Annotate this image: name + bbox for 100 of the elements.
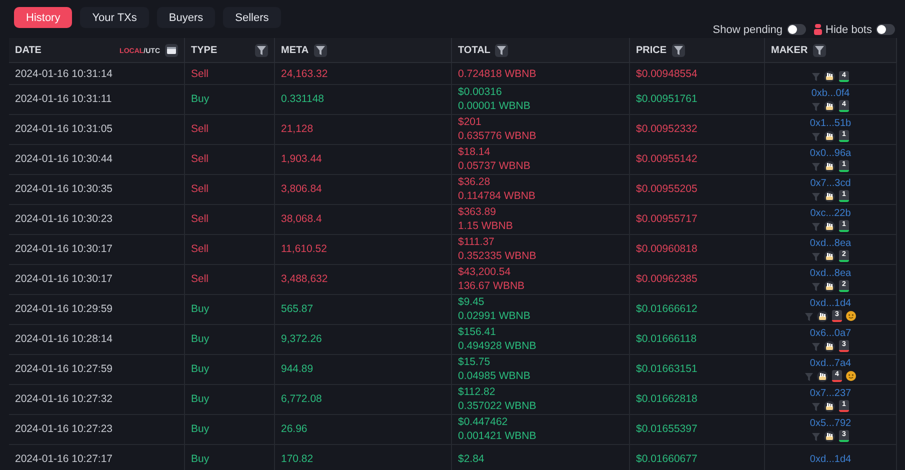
wbnb-total: 0.635776 WBNB bbox=[458, 130, 538, 144]
hand-icon bbox=[817, 310, 828, 322]
maker-address[interactable]: 0x7...3cd bbox=[810, 177, 851, 190]
maker-address[interactable]: 0xd...7a4 bbox=[810, 357, 852, 370]
hand-icon bbox=[824, 400, 836, 412]
tab[interactable]: History bbox=[14, 7, 72, 28]
date-text: 2024-01-16 10:31:11 bbox=[15, 92, 113, 106]
trade-type: Buy bbox=[191, 332, 210, 346]
usd-total: $201 bbox=[458, 116, 482, 130]
trade-type: Buy bbox=[191, 362, 210, 376]
trade-type: Buy bbox=[191, 392, 210, 406]
price-text: $0.00951761 bbox=[636, 92, 698, 106]
usd-total: $36.28 bbox=[458, 176, 492, 190]
wbnb-total: 0.02991 WBNB bbox=[458, 310, 532, 324]
wbnb-total: 0.001421 WBNB bbox=[458, 430, 538, 444]
usd-total: $112.82 bbox=[458, 386, 496, 400]
maker-address[interactable]: 0x1...51b bbox=[810, 117, 852, 130]
trade-type: Sell bbox=[191, 212, 210, 226]
amount-text: 11,610.52 bbox=[281, 242, 328, 256]
price-text: $0.01660677 bbox=[636, 452, 698, 466]
wbnb-total: 136.67 WBNB bbox=[458, 280, 526, 294]
price-text: $0.01662818 bbox=[636, 392, 698, 406]
price-text: $0.00955205 bbox=[636, 182, 698, 196]
toggle-switch[interactable] bbox=[876, 24, 895, 36]
hand-icon bbox=[817, 370, 828, 382]
maker-address[interactable]: 0x5...792 bbox=[810, 417, 852, 430]
date-text: 2024-01-16 10:30:17 bbox=[15, 272, 114, 286]
wbnb-total: 0.114784 WBNB bbox=[458, 190, 536, 204]
hand-icon bbox=[824, 100, 836, 112]
date-text: 2024-01-16 10:28:14 bbox=[15, 332, 114, 346]
usd-total: $15.75 bbox=[458, 356, 492, 370]
amount-text: 6,772.08 bbox=[281, 392, 323, 406]
maker-address[interactable]: 0xd...1d4 bbox=[810, 297, 852, 310]
wbnb-total: 0.357022 WBNB bbox=[458, 400, 538, 414]
usd-total: $0.447462 bbox=[458, 416, 509, 430]
maker-address[interactable]: 0xc...22b bbox=[810, 207, 851, 220]
trade-type: Sell bbox=[191, 272, 210, 286]
price-text: $0.01663151 bbox=[636, 362, 698, 376]
amount-text: 9,372.26 bbox=[281, 332, 323, 346]
tab[interactable]: Buyers bbox=[156, 7, 216, 28]
column-header: META bbox=[281, 44, 309, 58]
filter-icon[interactable] bbox=[495, 44, 508, 56]
filter-icon[interactable] bbox=[255, 44, 268, 56]
usd-total: $2.84 bbox=[458, 452, 486, 466]
trade-type: Sell bbox=[191, 152, 210, 166]
toggle-switch[interactable] bbox=[786, 24, 806, 36]
column-header: PRICE bbox=[636, 44, 667, 58]
column-header: TOTAL bbox=[458, 44, 490, 58]
usd-total: $111.37 bbox=[458, 236, 496, 250]
usd-total: $9.45 bbox=[458, 296, 486, 310]
filter-icon[interactable] bbox=[672, 44, 685, 56]
wbnb-total: 1.15 WBNB bbox=[458, 220, 514, 234]
price-text: $0.00952332 bbox=[636, 122, 698, 136]
date-text: 2024-01-16 10:30:17 bbox=[15, 242, 114, 256]
date-text: 2024-01-16 10:30:35 bbox=[15, 182, 114, 196]
tab[interactable]: Your TXs bbox=[80, 7, 149, 28]
price-text: $0.00955717 bbox=[636, 212, 698, 226]
maker-address[interactable]: 0xb...0f4 bbox=[811, 87, 850, 100]
amount-text: 1,903.44 bbox=[281, 152, 323, 166]
maker-address[interactable]: 0x0...96a bbox=[810, 147, 852, 160]
hand-icon bbox=[824, 160, 836, 172]
filter-icon[interactable] bbox=[314, 44, 327, 56]
date-text: 2024-01-16 10:31:14 bbox=[15, 68, 114, 82]
date-text: 2024-01-16 10:30:23 bbox=[15, 212, 114, 226]
hand-icon bbox=[824, 130, 836, 142]
amount-text: 24,163.32 bbox=[281, 68, 329, 82]
amount-text: 565.87 bbox=[281, 302, 314, 316]
trade-type: Sell bbox=[191, 122, 210, 136]
wbnb-total: 0.00001 WBNB bbox=[458, 100, 532, 114]
price-text: $0.00960818 bbox=[636, 242, 698, 256]
column-header: MAKER bbox=[771, 44, 808, 58]
filter-icon[interactable] bbox=[812, 44, 826, 56]
date-text: 2024-01-16 10:31:05 bbox=[15, 122, 114, 136]
hand-icon bbox=[824, 70, 836, 82]
column-header: TYPE bbox=[191, 44, 218, 58]
date-text: 2024-01-16 10:27:32 bbox=[15, 392, 114, 406]
usd-total: $156.41 bbox=[458, 326, 497, 340]
trade-type: Buy bbox=[191, 422, 210, 436]
tab[interactable]: Sellers bbox=[223, 7, 281, 28]
trade-type: Buy bbox=[191, 452, 210, 466]
hand-icon bbox=[824, 220, 836, 232]
amount-text: 38,068.4 bbox=[281, 212, 323, 226]
amount-text: 21,128 bbox=[281, 122, 314, 136]
calendar-icon[interactable] bbox=[167, 46, 176, 54]
trade-type: Sell bbox=[191, 242, 210, 256]
column-header: DATE bbox=[15, 44, 42, 58]
maker-address[interactable]: 0xd...8ea bbox=[810, 237, 852, 250]
trade-type: Buy bbox=[191, 92, 210, 106]
amount-text: 26.96 bbox=[281, 422, 308, 436]
hand-icon bbox=[824, 250, 836, 262]
date-text: 2024-01-16 10:27:59 bbox=[15, 362, 114, 376]
price-text: $0.01666612 bbox=[636, 302, 698, 316]
wbnb-total: 0.05737 WBNB bbox=[458, 160, 532, 174]
maker-address[interactable]: 0xd...1d4 bbox=[810, 453, 852, 466]
maker-address[interactable]: 0x6...0a7 bbox=[810, 327, 852, 340]
hand-icon bbox=[824, 190, 836, 202]
wbnb-total: 0.494928 WBNB bbox=[458, 340, 538, 354]
maker-address[interactable]: 0x7...237 bbox=[810, 387, 852, 400]
trade-type: Sell bbox=[191, 68, 210, 82]
maker-address[interactable]: 0xd...8ea bbox=[810, 267, 852, 280]
